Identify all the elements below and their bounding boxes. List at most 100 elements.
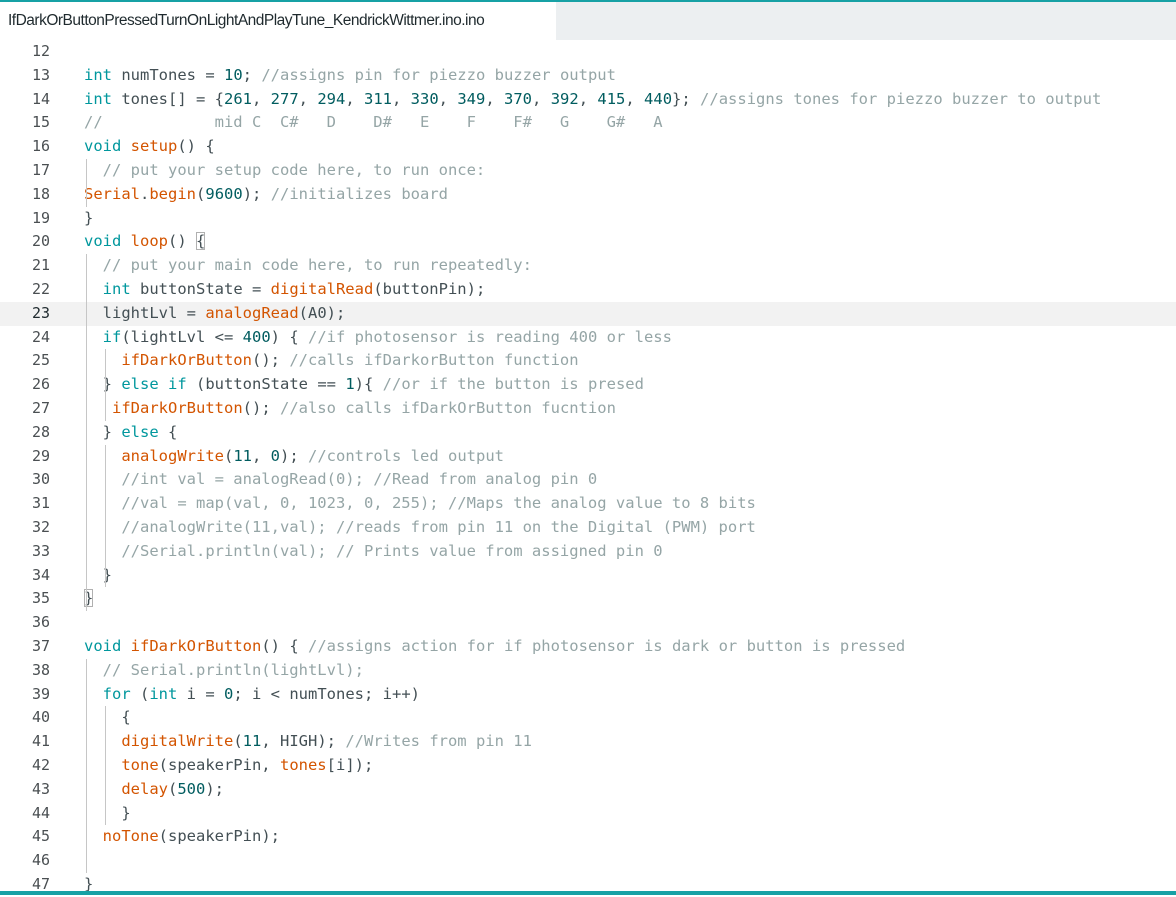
code-line[interactable]: 46 [0, 849, 1176, 873]
code-token: // mid C C# D D# E F F# G G# A [84, 113, 663, 132]
code-text: analogWrite(11, 0); //controls led outpu… [84, 445, 504, 469]
code-line[interactable]: 12 [0, 40, 1176, 64]
code-text: //int val = analogRead(0); //Read from a… [84, 468, 597, 492]
code-token: } [84, 803, 131, 822]
code-text: noTone(speakerPin); [84, 825, 280, 849]
code-line[interactable]: 44 } [0, 802, 1176, 826]
code-token: 294 [317, 89, 346, 108]
code-token: } [84, 565, 112, 584]
code-line[interactable]: 32 //analogWrite(11,val); //reads from p… [0, 516, 1176, 540]
code-line[interactable]: 26 } else if (buttonState == 1){ //or if… [0, 373, 1176, 397]
code-token: , [625, 89, 645, 108]
code-line[interactable]: 36 [0, 611, 1176, 635]
line-number: 13 [31, 65, 50, 84]
code-line[interactable]: 40 { [0, 706, 1176, 730]
code-line[interactable]: 19} [0, 207, 1176, 231]
code-line[interactable]: 31 //val = map(val, 0, 1023, 0, 255); //… [0, 492, 1176, 516]
code-token: ); [280, 446, 309, 465]
code-token: analogRead [205, 303, 299, 322]
code-token: numTones = [112, 65, 224, 84]
line-number: 28 [31, 422, 50, 441]
code-line[interactable]: 43 delay(500); [0, 778, 1176, 802]
code-token: //assigns action for if photosensor is d… [308, 637, 906, 655]
code-token: ( [223, 446, 234, 465]
code-token: (buttonPin); [373, 280, 486, 298]
file-tab[interactable]: IfDarkOrButtonPressedTurnOnLightAndPlayT… [0, 2, 556, 40]
code-text: //val = map(val, 0, 1023, 0, 255); //Map… [84, 492, 756, 516]
code-token: (speakerPin); [158, 827, 280, 846]
code-token: } [84, 422, 122, 441]
code-line[interactable]: 29 analogWrite(11, 0); //controls led ou… [0, 445, 1176, 469]
code-token: , [485, 89, 505, 108]
code-line[interactable]: 38 // Serial.println(lightLvl); [0, 659, 1176, 683]
code-token: //or if the button is presed [382, 375, 644, 394]
code-text: } else if (buttonState == 1){ //or if th… [84, 373, 644, 397]
code-token: tones [279, 756, 327, 774]
line-number: 19 [31, 208, 50, 227]
code-token: //calls ifDarkorButton function [289, 351, 579, 370]
code-line[interactable]: 23 lightLvl = analogRead(A0); [0, 301, 1176, 326]
code-token: 261 [223, 89, 252, 108]
code-text: } [84, 564, 112, 588]
code-token: { [84, 708, 131, 727]
code-token: 349 [457, 89, 486, 108]
code-token: () { [261, 637, 308, 655]
code-token: } [84, 375, 122, 394]
code-line[interactable]: 24 if(lightLvl <= 400) { //if photosenso… [0, 326, 1176, 350]
code-token: , [532, 89, 551, 108]
code-text: void ifDarkOrButton() { //assigns action… [84, 635, 905, 659]
code-token: if [102, 327, 122, 346]
code-line[interactable]: 13 int numTones = 10; //assigns pin for p… [0, 64, 1176, 88]
code-line[interactable]: 18 Serial.begin(9600); //initializes boar… [0, 183, 1176, 207]
line-number: 44 [31, 803, 50, 822]
code-line[interactable]: 33 //Serial.println(val); // Prints valu… [0, 540, 1176, 564]
code-text: //analogWrite(11,val); //reads from pin … [84, 516, 756, 540]
code-line[interactable]: 28 } else { [0, 421, 1176, 445]
code-token: //controls led output [308, 446, 504, 465]
code-text: int buttonState = digitalRead(buttonPin)… [84, 278, 486, 302]
code-line[interactable]: 16 void setup() { [0, 135, 1176, 159]
code-line[interactable]: 39 for (int i = 0; i < numTones; i++) [0, 683, 1176, 707]
line-number: 39 [31, 684, 50, 703]
code-line[interactable]: 14 int tones[] = {261, 277, 294, 311, 330… [0, 88, 1176, 112]
line-number: 16 [31, 137, 50, 156]
code-token: //Writes from pin 11 [345, 732, 532, 751]
code-token: ; i < numTones; i++) [233, 684, 420, 703]
code-text: void loop() { [84, 230, 206, 254]
code-token: analogWrite [121, 446, 224, 465]
indent-guide [105, 397, 107, 421]
code-line[interactable]: 21 // put your main code here, to run re… [0, 254, 1176, 278]
code-line[interactable]: 22 int buttonState = digitalRead(buttonP… [0, 278, 1176, 302]
line-number: 41 [31, 732, 50, 751]
code-token: //int val = analogRead(0); //Read from a… [84, 470, 598, 489]
code-editor[interactable]: 12 13 int numTones = 10; //assigns pin for… [0, 40, 1176, 893]
editor-tab-bar: IfDarkOrButtonPressedTurnOnLightAndPlayT… [0, 2, 1176, 40]
code-token: 400 [242, 327, 271, 346]
code-text: // put your setup code here, to run once… [84, 159, 486, 183]
code-line[interactable]: 27 ifDarkOrButton(); //also calls ifDark… [0, 397, 1176, 421]
code-line[interactable]: 17 // put your setup code here, to run o… [0, 159, 1176, 183]
code-line[interactable]: 37 void ifDarkOrButton() { //assigns acti… [0, 635, 1176, 659]
code-token: ( [168, 779, 178, 798]
line-number: 22 [31, 280, 50, 298]
code-line[interactable]: 35} [0, 587, 1176, 611]
code-text: lightLvl = analogRead(A0); [84, 302, 346, 326]
code-token: else [121, 422, 159, 441]
code-line[interactable]: 42 tone(speakerPin, tones[i]); [0, 754, 1176, 778]
code-token: , [345, 89, 364, 108]
code-line[interactable]: 45 noTone(speakerPin); [0, 825, 1176, 849]
code-line[interactable]: 20 void loop() { [0, 230, 1176, 254]
code-line[interactable]: 25 ifDarkOrButton(); //calls ifDarkorBut… [0, 349, 1176, 373]
code-token: ; [242, 65, 262, 84]
code-token: Serial [84, 184, 140, 203]
code-text: int numTones = 10; //assigns pin for pie… [84, 64, 616, 88]
code-token: , [392, 89, 411, 108]
code-token: //assigns tones for piezzo buzzer to out… [700, 89, 1102, 108]
code-line[interactable]: 41 digitalWrite(11, HIGH); //Writes from… [0, 730, 1176, 754]
code-line[interactable]: 30 //int val = analogRead(0); //Read fro… [0, 468, 1176, 492]
code-line[interactable]: 34 } [0, 564, 1176, 588]
code-token: ifDarkOrButton [121, 351, 252, 370]
code-line[interactable]: 15 // mid C C# D D# E F F# G G# A [0, 111, 1176, 135]
